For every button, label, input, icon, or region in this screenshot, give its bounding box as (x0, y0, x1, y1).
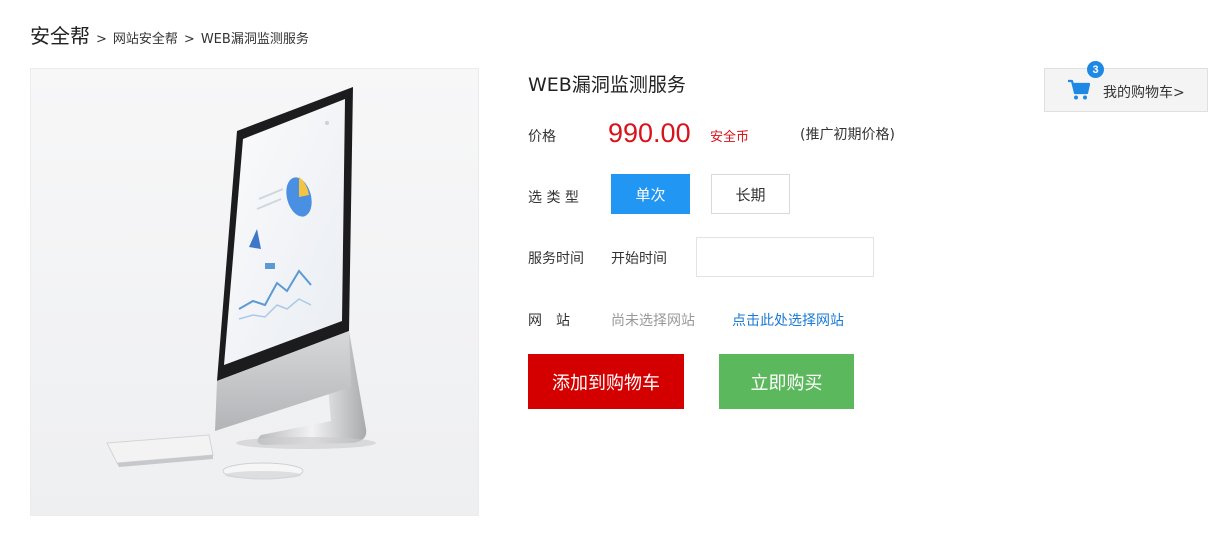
start-time-input[interactable] (696, 237, 874, 277)
shopping-cart-icon (1068, 79, 1091, 100)
product-title: WEB漏洞监测服务 (528, 74, 686, 96)
buy-now-button[interactable]: 立即购买 (719, 354, 854, 409)
website-label: 网 站 (528, 313, 570, 329)
start-time-label: 开始时间 (611, 251, 667, 267)
website-status: 尚未选择网站 (611, 313, 695, 329)
breadcrumb-separator: > (96, 32, 107, 47)
price-note: (推广初期价格) (800, 127, 895, 143)
breadcrumb-home-link[interactable]: 安全帮 (30, 20, 90, 49)
service-time-label: 服务时间 (528, 251, 584, 267)
add-to-cart-button[interactable]: 添加到购物车 (528, 354, 684, 409)
type-option-long-term[interactable]: 长期 (711, 174, 790, 214)
type-label: 选 类 型 (528, 190, 579, 206)
cart-count-badge: 3 (1087, 61, 1104, 78)
type-option-single[interactable]: 单次 (611, 174, 690, 214)
breadcrumb-current: WEB漏洞监测服务 (200, 32, 309, 47)
my-cart-button[interactable]: 3 我的购物车> (1044, 61, 1208, 112)
breadcrumb-separator: > (183, 32, 195, 47)
price-unit: 安全币 (710, 130, 750, 145)
cart-label: 我的购物车> (1103, 85, 1185, 101)
price-value: 990.00 (608, 118, 691, 148)
imac-product-photo (106, 87, 376, 480)
breadcrumb: 安全帮 > 网站安全帮 > WEB漏洞监测服务 (30, 20, 309, 49)
product-image (30, 68, 479, 516)
breadcrumb-category-link[interactable]: 网站安全帮 (113, 28, 178, 47)
price-label: 价格 (528, 129, 556, 145)
select-website-link[interactable]: 点击此处选择网站 (732, 310, 844, 330)
